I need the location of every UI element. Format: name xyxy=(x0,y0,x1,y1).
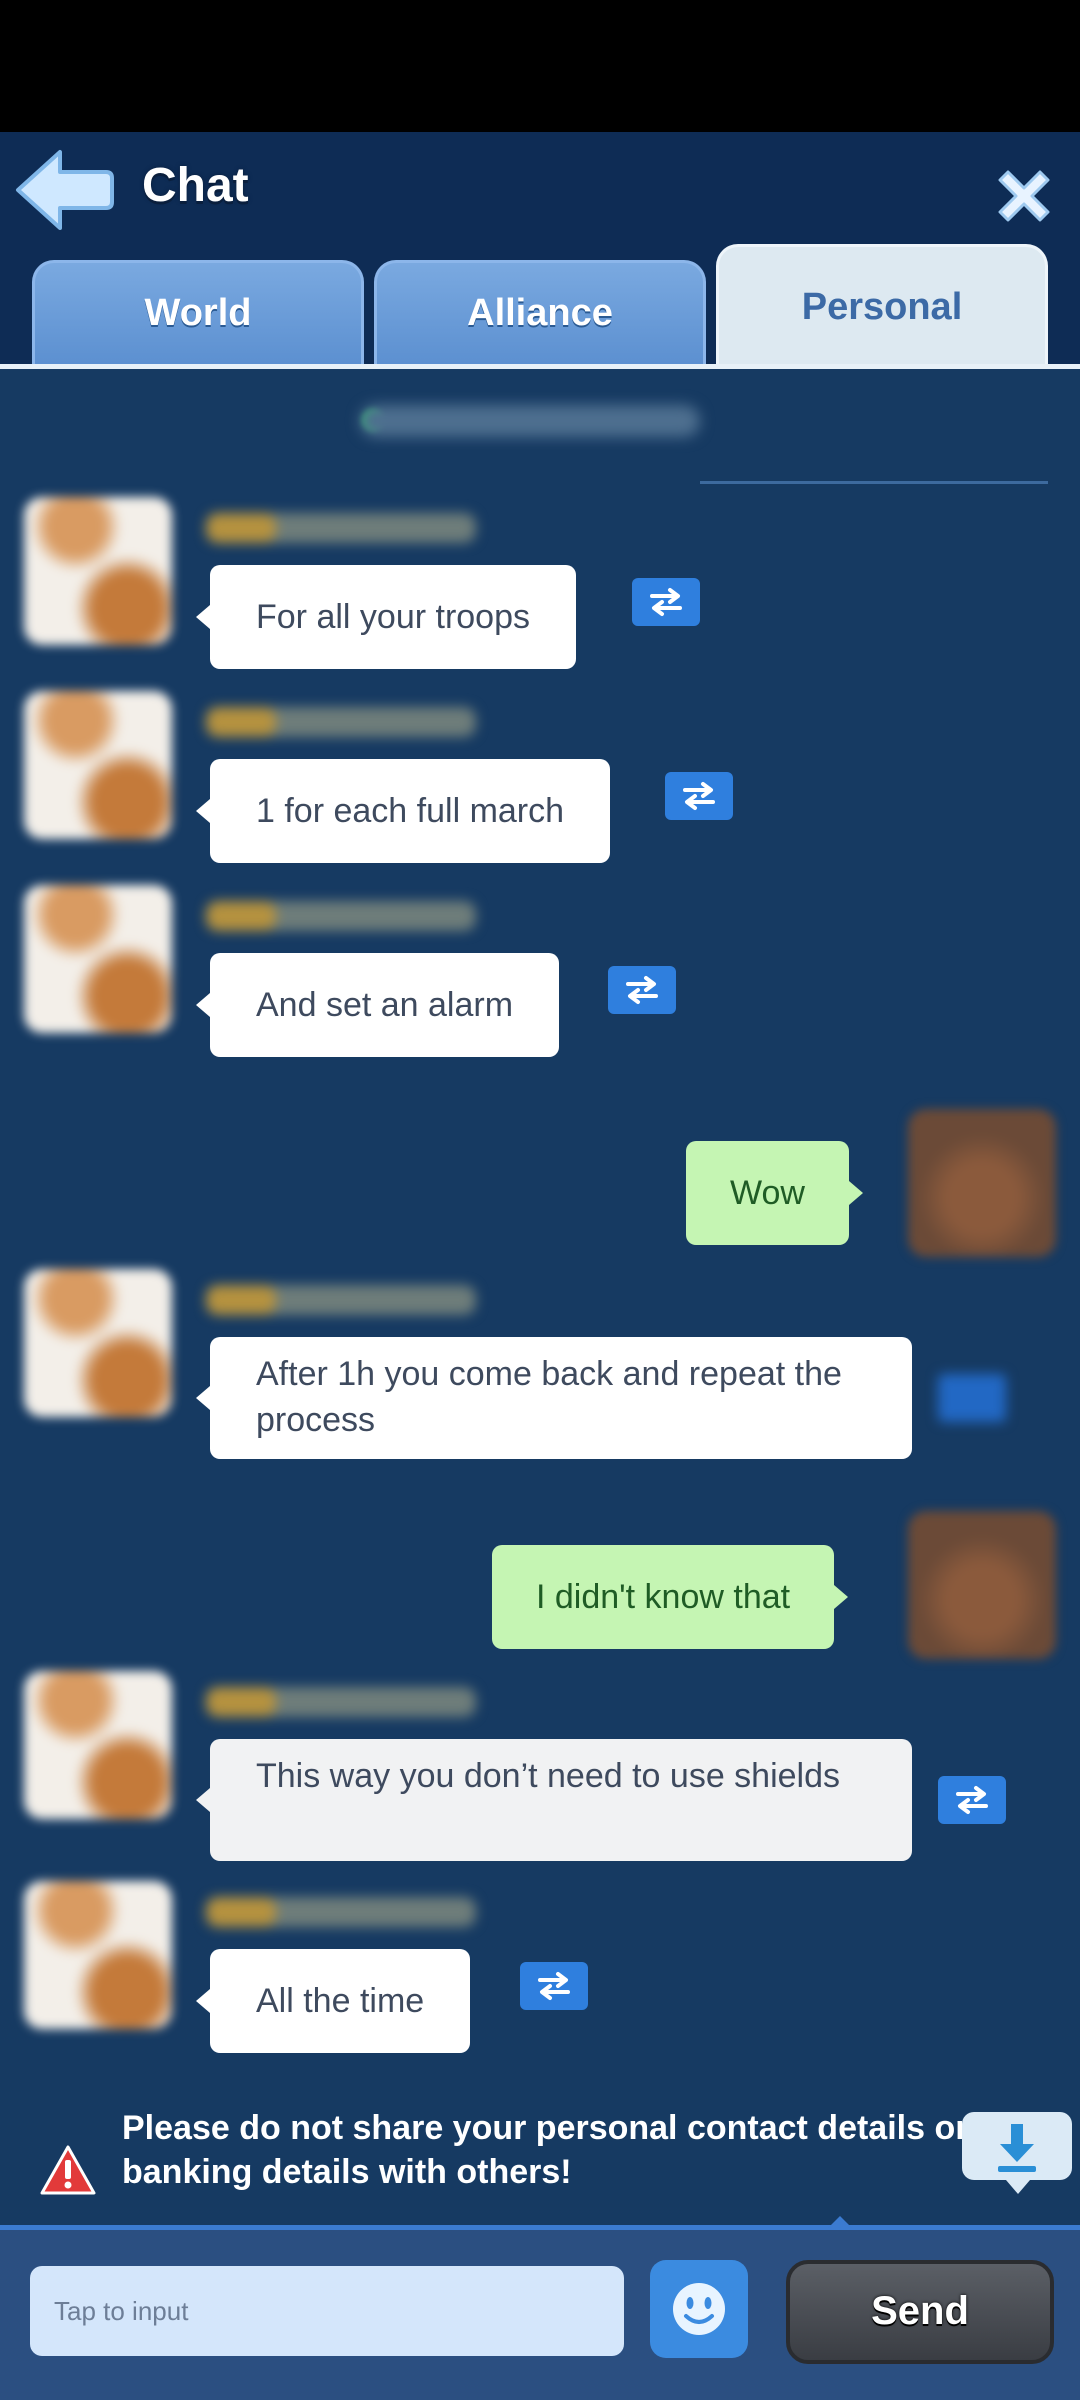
translate-button[interactable] xyxy=(520,1962,588,2010)
own-avatar[interactable] xyxy=(908,1109,1056,1257)
page-title: Chat xyxy=(142,159,249,212)
chat-screen: Chat World Alliance Personal For all you… xyxy=(0,132,1080,2400)
avatar[interactable] xyxy=(24,1671,172,1819)
message-list[interactable]: For all your troops 1 for each full marc… xyxy=(0,369,1080,2219)
message-input-bar: Send xyxy=(0,2216,1080,2400)
translate-button[interactable] xyxy=(938,1374,1006,1422)
message-bubble[interactable]: This way you don’t need to use shields xyxy=(196,1739,912,1861)
own-message-bubble[interactable]: Wow xyxy=(686,1141,863,1245)
privacy-warning: Please do not share your personal contac… xyxy=(0,2104,1080,2214)
smiley-icon xyxy=(673,2283,725,2335)
translate-button[interactable] xyxy=(938,1776,1006,1824)
sender-name-redacted xyxy=(206,707,476,737)
emoji-button[interactable] xyxy=(650,2260,748,2358)
swap-arrows-icon xyxy=(538,1972,570,2000)
translate-button[interactable] xyxy=(632,578,700,626)
swap-arrows-icon xyxy=(956,1786,988,1814)
sender-name-redacted xyxy=(206,1285,476,1315)
message-bubble[interactable]: After 1h you come back and repeat the pr… xyxy=(196,1337,912,1459)
conversation-name-redacted xyxy=(360,405,700,437)
send-button[interactable]: Send xyxy=(786,2260,1054,2364)
close-icon xyxy=(998,170,1050,222)
divider xyxy=(700,481,1048,484)
tab-personal[interactable]: Personal xyxy=(716,244,1048,368)
own-avatar[interactable] xyxy=(908,1511,1056,1659)
avatar[interactable] xyxy=(24,691,172,839)
arrow-left-icon xyxy=(16,150,114,230)
close-button[interactable] xyxy=(990,162,1058,230)
download-arrow-icon xyxy=(998,2124,1036,2172)
chat-tabs: World Alliance Personal xyxy=(32,244,1052,368)
warning-icon xyxy=(40,2145,96,2195)
warning-text: Please do not share your personal contac… xyxy=(122,2109,969,2191)
translate-button[interactable] xyxy=(665,772,733,820)
tab-world[interactable]: World xyxy=(32,260,364,368)
message-input[interactable] xyxy=(30,2266,624,2356)
sender-name-redacted xyxy=(206,513,476,543)
avatar[interactable] xyxy=(24,885,172,1033)
back-button[interactable] xyxy=(14,148,114,232)
avatar[interactable] xyxy=(24,497,172,645)
avatar[interactable] xyxy=(24,1269,172,1417)
translate-button[interactable] xyxy=(608,966,676,1014)
avatar[interactable] xyxy=(24,1881,172,2029)
status-bar xyxy=(0,0,1080,132)
message-bubble[interactable]: And set an alarm xyxy=(195,953,560,1057)
message-bubble[interactable]: All the time xyxy=(195,1949,471,2053)
swap-arrows-icon xyxy=(626,976,658,1004)
sender-name-redacted xyxy=(206,1687,476,1717)
swap-arrows-icon xyxy=(683,782,715,810)
own-message-bubble[interactable]: I didn't know that xyxy=(492,1545,849,1649)
sender-name-redacted xyxy=(206,901,476,931)
swap-arrows-icon xyxy=(650,588,682,616)
scroll-to-bottom-button[interactable] xyxy=(962,2112,1072,2194)
sender-name-redacted xyxy=(206,1897,476,1927)
tab-alliance[interactable]: Alliance xyxy=(374,260,706,368)
message-bubble[interactable]: 1 for each full march xyxy=(195,759,611,863)
chat-header: Chat World Alliance Personal xyxy=(0,132,1080,368)
input-bar-notch xyxy=(828,2216,852,2228)
message-bubble[interactable]: For all your troops xyxy=(196,565,576,669)
